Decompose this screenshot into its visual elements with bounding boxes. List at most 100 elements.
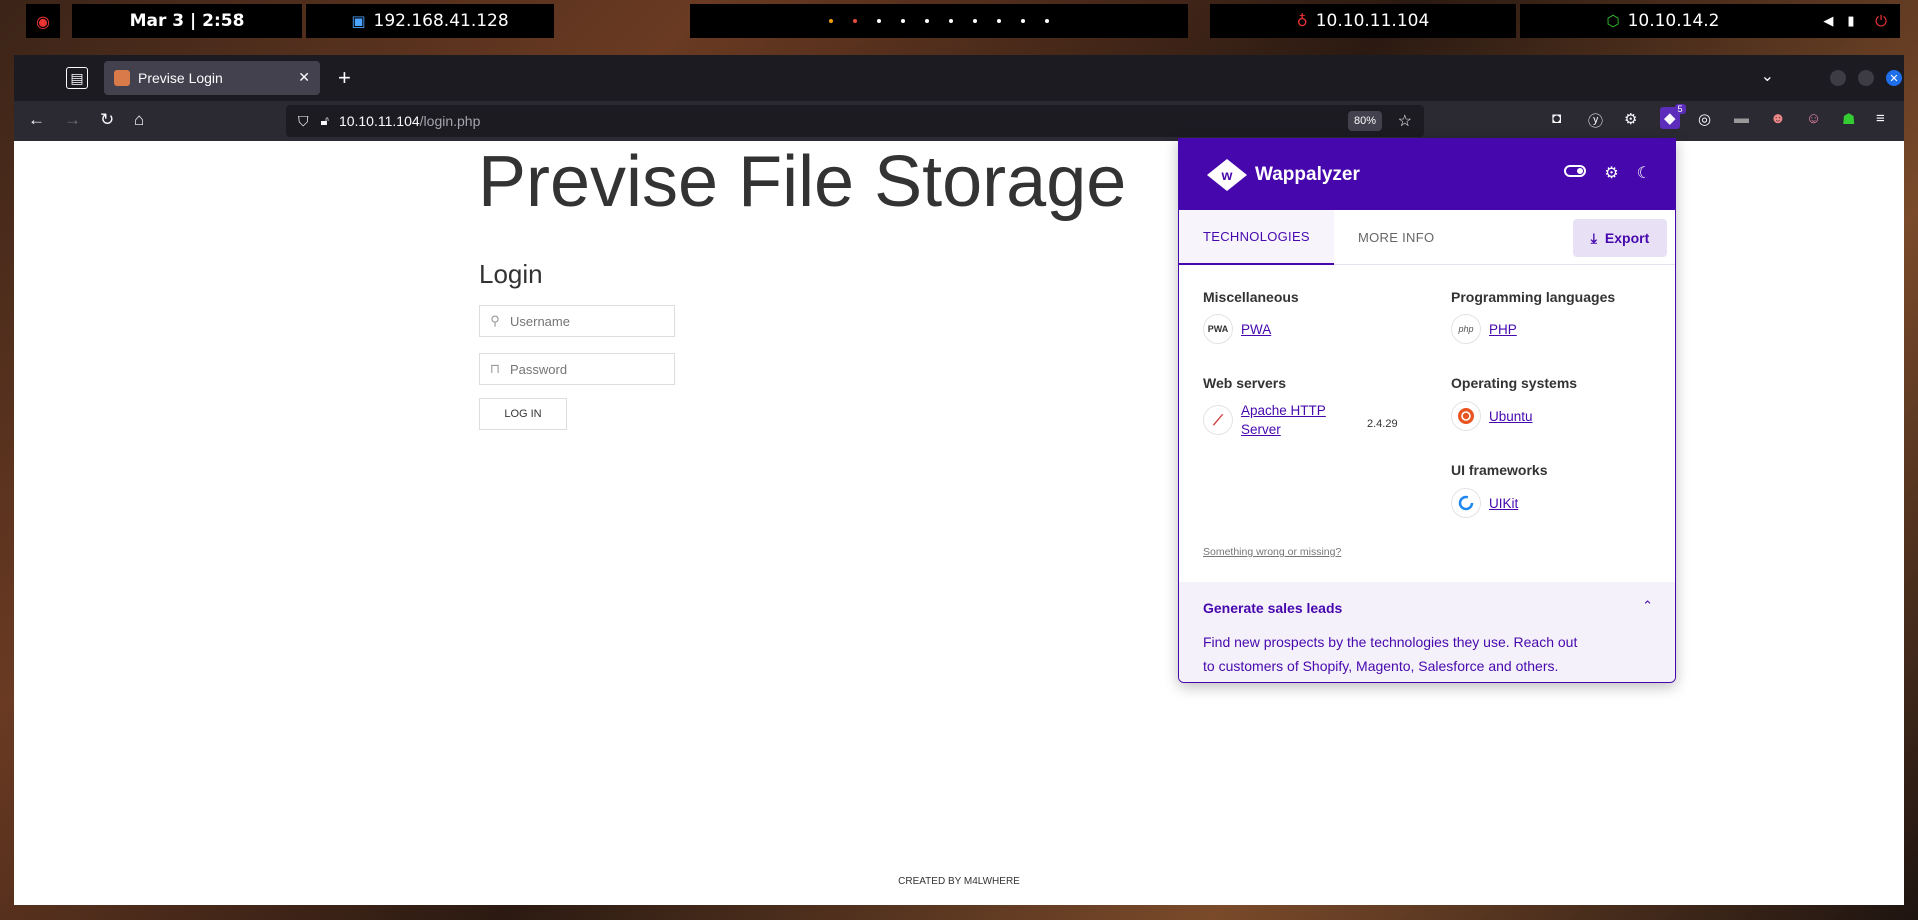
cube-icon: ⬡ [1606, 12, 1620, 30]
something-wrong-link[interactable]: Something wrong or missing? [1203, 546, 1341, 558]
fingerprint-icon[interactable]: ◉ [26, 4, 60, 38]
php-icon: php [1451, 314, 1481, 344]
url-host: 10.10.11.104 [338, 113, 420, 129]
wappalyzer-popup: w Wappalyzer ⚙ ☾ TECHNOLOGIES MORE INFO … [1178, 138, 1676, 683]
tab-strip: ▤ Previse Login ✕ + ⌄ ✕ [14, 55, 1904, 101]
uikit-icon [1451, 488, 1481, 518]
datetime-widget: Mar 3 | 2:58 [72, 4, 302, 38]
extensions-icon[interactable]: ⚙ [1624, 110, 1637, 128]
url-bar[interactable]: ⛉ 🔓︎ 10.10.11.104/login.php 80% ☆ [286, 105, 1424, 137]
navigation-toolbar: ← → ↻ ⌂ ⛉ 🔓︎ 10.10.11.104/login.php 80% … [14, 101, 1904, 141]
export-button[interactable]: ⤓ Export [1573, 219, 1667, 257]
url-path: /login.php [419, 113, 481, 129]
username-field[interactable]: ⚲ [479, 305, 675, 337]
vpn-ip-text: 10.10.14.2 [1627, 11, 1720, 31]
category-programming-languages: Programming languages [1451, 289, 1616, 305]
wappalyzer-header: w Wappalyzer ⚙ ☾ [1179, 139, 1675, 210]
leads-line-1: Find new prospects by the technologies t… [1203, 634, 1578, 650]
close-window-icon[interactable]: ✕ [1886, 70, 1902, 86]
favicon-icon [114, 70, 130, 86]
chrome-extension-icon[interactable]: ◎ [1698, 110, 1711, 128]
category-web-servers: Web servers [1203, 375, 1287, 391]
export-label: Export [1604, 230, 1650, 246]
workspace-indicator[interactable] [690, 4, 1188, 38]
ubuntu-icon [1451, 401, 1481, 431]
power-icon[interactable]: ⏻ [1862, 4, 1900, 38]
wappalyzer-brand: Wappalyzer [1255, 163, 1360, 185]
footer-credit: CREATED BY M4LWHERE [898, 876, 1020, 887]
hat-extension-icon[interactable]: ▬ [1734, 110, 1749, 127]
tech-php-link[interactable]: PHP [1489, 322, 1517, 337]
moon-icon[interactable]: ☾ [1637, 163, 1651, 183]
leads-description: Find new prospects by the technologies t… [1203, 630, 1613, 678]
reload-icon[interactable]: ↻ [100, 110, 114, 130]
battery-icon: ▮ [1847, 13, 1855, 29]
monitor-icon: ▣ [351, 12, 366, 30]
tech-php[interactable]: php PHP [1451, 314, 1517, 344]
user-icon: ⚲ [490, 313, 500, 328]
tech-ubuntu[interactable]: Ubuntu [1451, 401, 1533, 431]
leads-line-2: to customers of Shopify, Magento, Salesf… [1203, 658, 1559, 674]
back-icon[interactable]: ← [28, 110, 45, 130]
svg-text:w: w [1221, 167, 1233, 183]
tab-technologies[interactable]: TECHNOLOGIES [1179, 210, 1334, 265]
tab-more-info[interactable]: MORE INFO [1358, 210, 1434, 265]
target-ip-text: 10.10.11.104 [1315, 11, 1430, 31]
tab-previse-login[interactable]: Previse Login ✕ [104, 61, 320, 95]
target-ip-widget: ♁ 10.10.11.104 [1210, 4, 1516, 38]
shield-icon[interactable]: ⛉ [298, 113, 309, 130]
tech-apache[interactable]: ⟋ Apache HTTP Server [1203, 401, 1326, 439]
system-top-bar: ◉ Mar 3 | 2:58 ▣ 192.168.41.128 ♁ 10.10.… [0, 0, 1918, 43]
tech-ubuntu-link[interactable]: Ubuntu [1489, 409, 1533, 424]
tech-pwa-link[interactable]: PWA [1241, 322, 1271, 337]
lock-icon[interactable]: 🔓︎ [321, 113, 329, 129]
gear-icon[interactable]: ⚙ [1604, 163, 1618, 183]
tech-uikit[interactable]: UIKit [1451, 488, 1518, 518]
login-button[interactable]: LOG IN [479, 398, 567, 430]
tab-title: Previse Login [138, 70, 223, 86]
target-icon: ♁ [1296, 12, 1308, 30]
minimize-icon[interactable] [1830, 70, 1846, 86]
cookie-extension-icon[interactable]: ☺ [1806, 110, 1821, 127]
chevron-up-icon[interactable]: ⌃ [1642, 598, 1653, 614]
wappalyzer-tabs: TECHNOLOGIES MORE INFO ⤓ Export [1179, 210, 1675, 265]
chevron-down-icon[interactable]: ⌄ [1761, 66, 1774, 86]
username-input[interactable] [510, 313, 670, 329]
category-ui-frameworks: UI frameworks [1451, 462, 1548, 478]
bookmark-star-icon[interactable]: ☆ [1398, 111, 1412, 131]
foxy-extension-icon[interactable]: ☻ [1770, 110, 1786, 127]
toggle-icon[interactable] [1564, 165, 1587, 177]
sales-leads-panel: Generate sales leads ⌃ Find new prospect… [1179, 582, 1675, 682]
wappalyzer-extension-icon[interactable]: ◆ 5 [1660, 104, 1686, 129]
hamburger-menu-icon[interactable]: ≡ [1876, 110, 1885, 127]
zoom-level[interactable]: 80% [1347, 111, 1382, 131]
new-tab-icon[interactable]: + [338, 65, 351, 91]
y-extension-icon[interactable]: ⓨ [1588, 110, 1603, 131]
lock-icon: ⊓ [489, 361, 501, 376]
leads-title[interactable]: Generate sales leads [1203, 600, 1342, 616]
home-icon[interactable]: ⌂ [134, 110, 144, 130]
apache-line-1: Apache HTTP [1241, 403, 1326, 418]
pocket-icon[interactable]: ◘ [1552, 110, 1561, 127]
wappalyzer-badge: 5 [1674, 104, 1686, 114]
apache-line-2: Server [1241, 422, 1281, 437]
datetime-text: Mar 3 | 2:58 [129, 11, 245, 31]
wappalyzer-logo-icon: w [1203, 155, 1251, 195]
volume-icon[interactable]: ◀ [1823, 14, 1833, 29]
page-title: Previse File Storage [478, 142, 1127, 222]
category-miscellaneous: Miscellaneous [1203, 289, 1299, 305]
bug-extension-icon[interactable]: ☗ [1842, 110, 1855, 128]
tech-pwa[interactable]: PWA PWA [1203, 314, 1271, 344]
tech-apache-link[interactable]: Apache HTTP Server [1241, 401, 1326, 439]
password-field[interactable]: ⊓ [479, 353, 675, 385]
local-ip-text: 192.168.41.128 [373, 11, 509, 31]
maximize-icon[interactable] [1858, 70, 1874, 86]
browser-window: ▤ Previse Login ✕ + ⌄ ✕ ← → ↻ ⌂ ⛉ 🔓︎ 10.… [14, 55, 1904, 905]
forward-icon[interactable]: → [64, 110, 81, 130]
apache-version: 2.4.29 [1367, 418, 1398, 430]
password-input[interactable] [510, 361, 670, 377]
category-operating-systems: Operating systems [1451, 375, 1578, 391]
tab-list-icon[interactable]: ▤ [66, 67, 88, 89]
close-tab-icon[interactable]: ✕ [298, 69, 310, 86]
tech-uikit-link[interactable]: UIKit [1489, 496, 1518, 511]
